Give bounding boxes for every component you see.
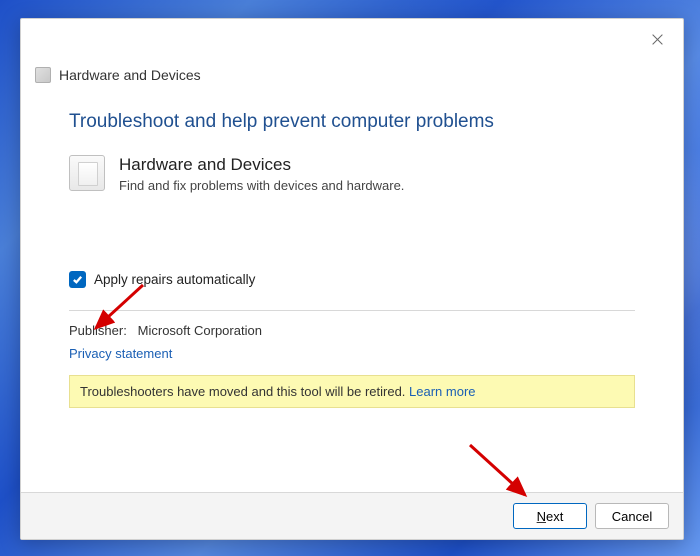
close-button[interactable] [641,27,673,51]
dialog-content: Troubleshoot and help prevent computer p… [21,93,683,492]
deprecation-notice: Troubleshooters have moved and this tool… [69,375,635,408]
notice-text: Troubleshooters have moved and this tool… [80,384,409,399]
window-header: Hardware and Devices [21,59,683,93]
dialog-footer: Next Cancel [21,492,683,539]
apply-repairs-label: Apply repairs automatically [94,272,255,287]
divider [69,310,635,311]
cancel-button[interactable]: Cancel [595,503,669,529]
hardware-small-icon [35,67,51,83]
page-heading: Troubleshoot and help prevent computer p… [69,111,635,133]
apply-repairs-row: Apply repairs automatically [69,271,635,288]
troubleshooter-dialog: Hardware and Devices Troubleshoot and he… [20,18,684,540]
troubleshooter-title: Hardware and Devices [119,155,404,175]
troubleshooter-entry: Hardware and Devices Find and fix proble… [69,155,635,193]
next-button-rest: ext [546,509,563,524]
next-button[interactable]: Next [513,503,587,529]
close-icon [651,33,664,46]
learn-more-link[interactable]: Learn more [409,384,475,399]
checkmark-icon [72,274,83,285]
publisher-value: Microsoft Corporation [138,323,262,338]
publisher-row: Publisher: Microsoft Corporation [69,323,635,338]
hardware-large-icon [69,155,105,191]
window-title: Hardware and Devices [59,67,201,83]
troubleshooter-text: Hardware and Devices Find and fix proble… [119,155,404,193]
privacy-statement-link[interactable]: Privacy statement [69,346,172,361]
titlebar [21,19,683,59]
apply-repairs-checkbox[interactable] [69,271,86,288]
troubleshooter-description: Find and fix problems with devices and h… [119,178,404,193]
publisher-label: Publisher: [69,323,127,338]
